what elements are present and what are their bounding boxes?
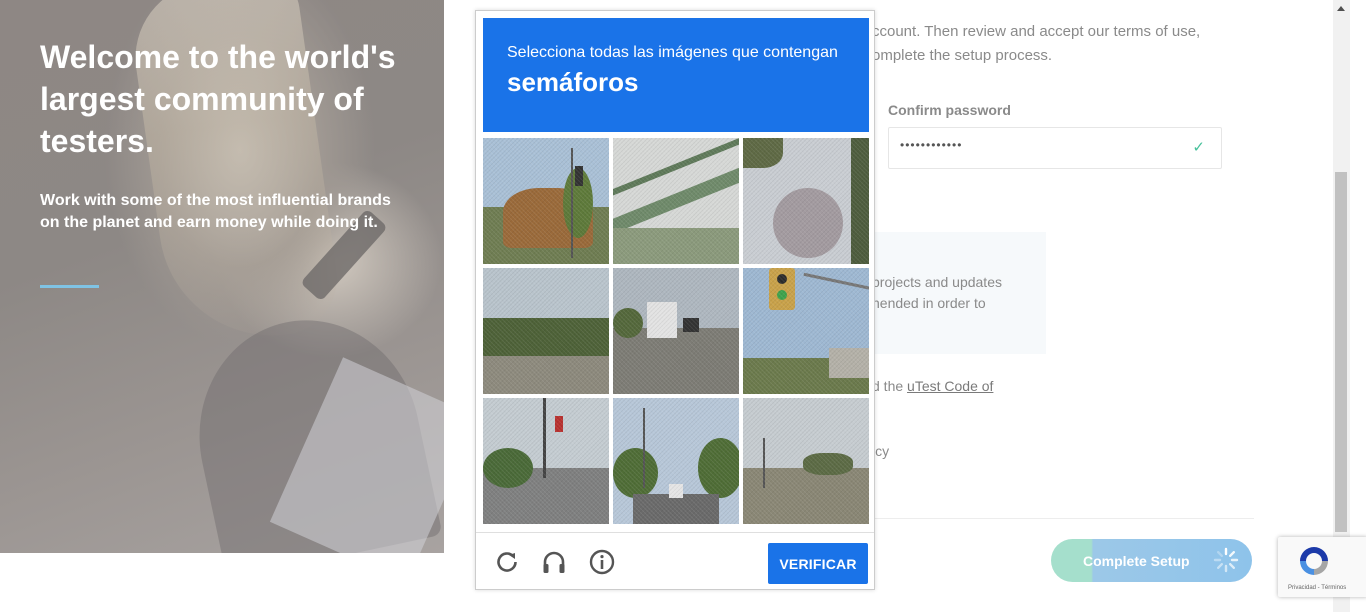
reload-icon[interactable] [493, 548, 521, 576]
hero-subtitle: Work with some of the most influential b… [40, 192, 391, 231]
recaptcha-badge[interactable]: Privacidad - Términos [1278, 537, 1366, 597]
captcha-tile[interactable] [613, 138, 739, 264]
captcha-target: semáforos [507, 67, 639, 97]
hero-divider [40, 285, 99, 288]
captcha-tile-grid [483, 138, 869, 524]
captcha-tile[interactable] [743, 268, 869, 394]
hero-title: Welcome to the world's largest community… [40, 39, 396, 159]
scroll-up-arrow-icon[interactable] [1337, 6, 1345, 11]
scrollbar-thumb[interactable] [1335, 172, 1347, 532]
info-icon[interactable] [588, 548, 616, 576]
captcha-challenge: Selecciona todas las imágenes que conten… [475, 10, 875, 590]
captcha-tile[interactable] [613, 268, 739, 394]
recaptcha-terms[interactable]: Privacidad - Términos [1288, 585, 1346, 591]
code-of-conduct-text: d the uTest Code of [872, 378, 994, 394]
password-value: •••••••••••• [900, 138, 963, 152]
loading-spinner-icon [1213, 547, 1239, 573]
check-icon: ✓ [1192, 139, 1205, 156]
captcha-tile[interactable] [743, 138, 869, 264]
captcha-tile[interactable] [483, 138, 609, 264]
recaptcha-logo-icon [1300, 547, 1328, 575]
captcha-footer: VERIFICAR [476, 532, 874, 589]
confirm-password-label: Confirm password [888, 102, 1011, 118]
captcha-tile[interactable] [483, 398, 609, 524]
verify-button[interactable]: VERIFICAR [768, 543, 868, 584]
notification-text: projects and updates nended in order to [872, 274, 1002, 311]
code-of-conduct-link[interactable]: uTest Code of [907, 378, 993, 394]
captcha-tile[interactable] [743, 398, 869, 524]
hero-panel: Welcome to the world's largest community… [0, 0, 444, 553]
signup-page: Welcome to the world's largest community… [0, 0, 1366, 612]
complete-setup-button[interactable]: Complete Setup [1051, 539, 1252, 582]
captcha-header: Selecciona todas las imágenes que conten… [483, 18, 869, 132]
audio-headphones-icon[interactable] [540, 548, 568, 576]
page-scrollbar[interactable] [1333, 0, 1350, 612]
captcha-tile[interactable] [483, 268, 609, 394]
form-divider [860, 518, 1254, 519]
captcha-instruction: Selecciona todas las imágenes que conten… [507, 44, 838, 61]
confirm-password-field[interactable]: •••••••••••• ✓ [888, 127, 1222, 169]
captcha-tile[interactable] [613, 398, 739, 524]
